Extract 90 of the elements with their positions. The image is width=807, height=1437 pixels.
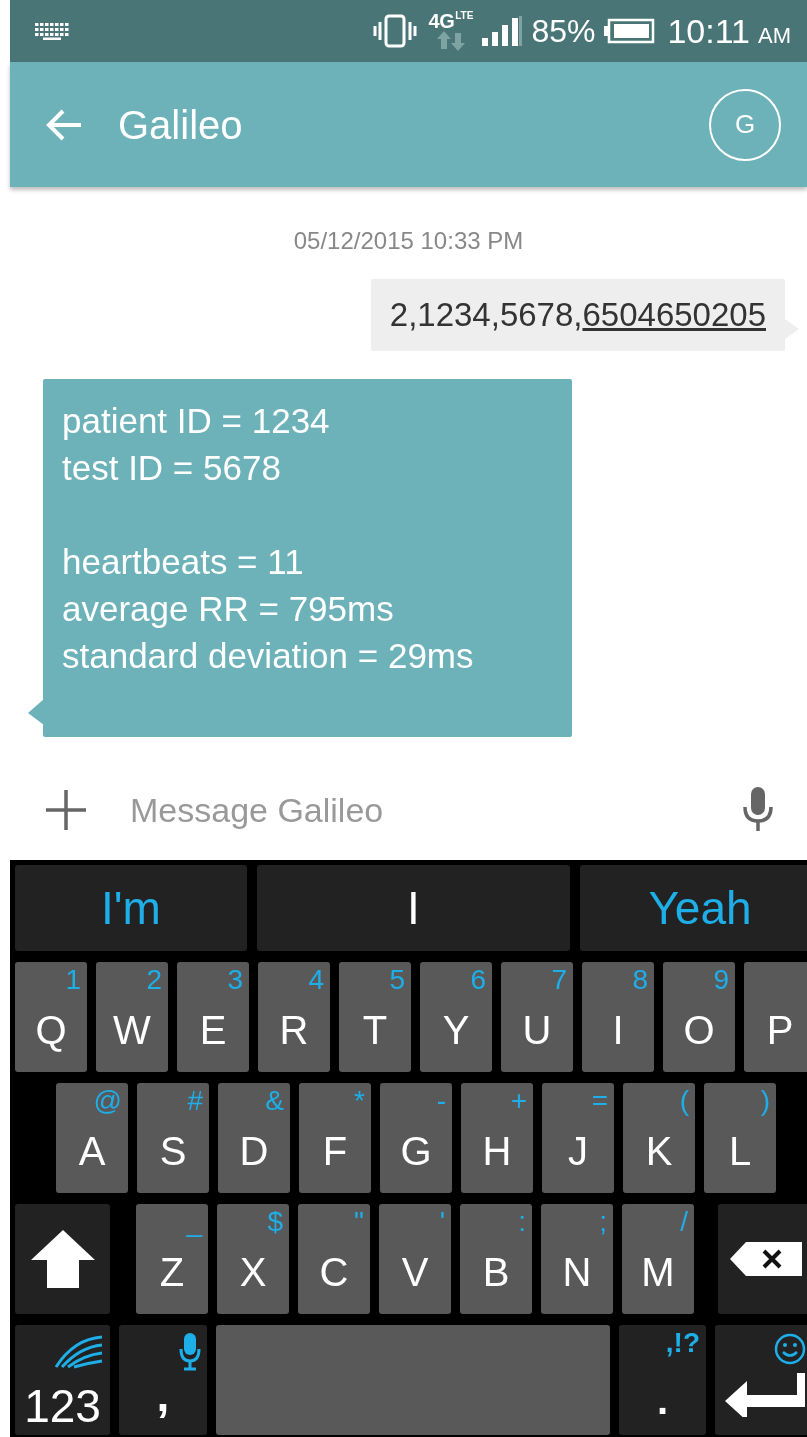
plus-icon[interactable] (44, 788, 88, 832)
period-key[interactable]: . ,!? (619, 1325, 706, 1435)
swirl-logo-icon (54, 1333, 104, 1369)
letter-key[interactable]: C " (298, 1204, 370, 1314)
comma-key[interactable]: , (119, 1325, 207, 1435)
letter-key[interactable]: T 5 (339, 962, 411, 1072)
vibrate-icon (372, 14, 417, 48)
back-icon (45, 107, 83, 142)
phone-link[interactable]: 6504650205 (582, 296, 766, 333)
contact-name: Galileo (118, 101, 244, 149)
enter-arrow-icon (725, 1373, 805, 1417)
keyboard-icon (34, 21, 70, 41)
key-hint: ; (599, 1208, 607, 1236)
letter-key[interactable]: I 8 (582, 962, 654, 1072)
received-message-text: average RR = 795ms (62, 588, 395, 630)
letter-key[interactable]: L ) (704, 1083, 776, 1193)
letter-key[interactable]: S # (137, 1083, 209, 1193)
key-hint: - (436, 1087, 446, 1115)
key-hint: 9 (713, 966, 729, 994)
letter-key[interactable]: O 9 (663, 962, 735, 1072)
letter-key[interactable]: B : (460, 1204, 532, 1314)
battery-percent: 85% (531, 12, 596, 51)
key-hint: 4 (308, 966, 324, 994)
shift-key[interactable] (15, 1204, 110, 1314)
enter-key[interactable] (715, 1325, 807, 1435)
key-hint: $ (267, 1208, 283, 1236)
key-hint: & (265, 1087, 284, 1115)
letter-key[interactable]: H + (461, 1083, 533, 1193)
received-message-text: patient ID = 1234 (62, 400, 331, 442)
key-hint: 7 (551, 966, 567, 994)
key-hint: 5 (389, 966, 405, 994)
letter-key[interactable]: Q 1 (15, 962, 87, 1072)
letter-key[interactable]: Z _ (136, 1204, 208, 1314)
backspace-key[interactable] (718, 1204, 807, 1314)
key-hint: ' (439, 1208, 445, 1236)
key-hint: : (518, 1208, 526, 1236)
key-hint: # (187, 1087, 203, 1115)
message-input[interactable]: Message Galileo (130, 784, 741, 836)
letter-key[interactable]: D & (218, 1083, 290, 1193)
letter-key[interactable]: K ( (623, 1083, 695, 1193)
key-hint: + (510, 1087, 527, 1115)
letter-key[interactable]: F * (299, 1083, 371, 1193)
microphone-icon (179, 1333, 201, 1371)
smiley-icon (774, 1333, 806, 1365)
received-message-text: standard deviation = 29ms (62, 635, 475, 677)
data-arrows-icon (435, 31, 466, 51)
letter-key[interactable]: E 3 (177, 962, 249, 1072)
symbols-key[interactable]: 123 (15, 1325, 110, 1435)
clock-time: 10:11 (667, 10, 750, 52)
key-hint: 3 (227, 966, 243, 994)
letter-key[interactable]: A @ (56, 1083, 128, 1193)
letter-key[interactable]: G - (380, 1083, 452, 1193)
clock-period: AM (758, 21, 791, 50)
key-hint: " (354, 1208, 364, 1236)
suggestion-chip[interactable]: I'm (15, 865, 247, 951)
key-hint: * (354, 1087, 365, 1115)
battery-icon (603, 18, 656, 44)
sent-message-text: 2,1234,5678,6504650205 (389, 296, 766, 333)
microphone-icon[interactable] (741, 787, 775, 833)
received-message-text: heartbeats = 11 (62, 541, 305, 583)
key-hint: _ (186, 1208, 202, 1236)
key-hint: 2 (146, 966, 162, 994)
key-hint: ) (760, 1087, 770, 1115)
letter-key[interactable]: R 4 (258, 962, 330, 1072)
key-hint: = (591, 1087, 608, 1115)
letter-key[interactable]: X $ (217, 1204, 289, 1314)
letter-key[interactable]: U 7 (501, 962, 573, 1072)
network-subtype: LTE (455, 11, 474, 21)
letter-key[interactable]: W 2 (96, 962, 168, 1072)
suggestion-chip[interactable]: Yeah (580, 865, 807, 951)
key-hint: ( (679, 1087, 689, 1115)
letter-key[interactable]: M / (622, 1204, 694, 1314)
key-hint: 6 (470, 966, 486, 994)
key-hint: / (680, 1208, 688, 1236)
key-hint: 1 (65, 966, 81, 994)
letter-key[interactable]: Y 6 (420, 962, 492, 1072)
received-message-text: test ID = 5678 (62, 447, 282, 489)
network-type: 4G (428, 11, 455, 31)
key-hint: ,!? (665, 1329, 700, 1357)
letter-key[interactable]: P (744, 962, 807, 1072)
letter-key[interactable]: J = (542, 1083, 614, 1193)
letter-key[interactable]: N ; (541, 1204, 613, 1314)
key-hint: @ (93, 1087, 122, 1115)
key-hint: 8 (632, 966, 648, 994)
signal-icon (481, 16, 524, 46)
message-timestamp: 05/12/2015 10:33 PM (293, 226, 524, 256)
suggestion-chip[interactable]: I (257, 865, 570, 951)
backspace-icon (730, 1242, 802, 1276)
shift-arrow-icon (30, 1230, 95, 1288)
letter-key[interactable]: V ' (379, 1204, 451, 1314)
